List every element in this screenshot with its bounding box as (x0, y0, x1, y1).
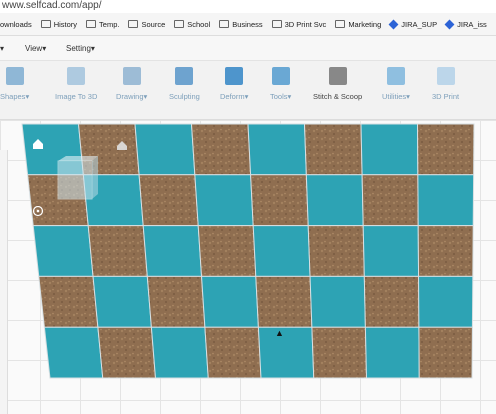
url-text: www.selfcad.com/app/ (2, 0, 102, 11)
chevron-down-icon: ▾ (406, 92, 410, 101)
checker-board[interactable] (0, 120, 496, 414)
teal-tile (360, 123, 419, 176)
cube-icon (5, 67, 24, 85)
jira-icon (444, 19, 455, 29)
wood-tile (190, 123, 252, 176)
teal-tile (92, 275, 152, 328)
tools-icon (271, 67, 290, 85)
wood-tile (197, 225, 257, 277)
chevron-down-icon: ▾ (287, 92, 292, 101)
main-toolbar: Shapes▾ Image To 3D Drawing▾ Sculpting D… (0, 61, 496, 120)
teal-tile (150, 326, 209, 379)
bookmark-downloads[interactable]: ownloads (0, 20, 32, 29)
folder-icon (40, 20, 51, 28)
bookmarks-bar: ownloads History Temp. Source School Bus… (0, 13, 496, 36)
address-bar[interactable]: www.selfcad.com/app/ (0, 0, 496, 13)
print-icon (436, 67, 455, 85)
wood-tile (311, 326, 368, 379)
teal-tile (309, 275, 366, 328)
utilities-icon (386, 67, 405, 85)
mouse-cursor-icon: ▲ (275, 328, 284, 338)
teal-tile (134, 123, 196, 176)
chevron-down-icon: ▾ (143, 92, 148, 101)
wood-tile (417, 225, 474, 277)
teal-tile (257, 326, 315, 379)
wood-tile (363, 275, 420, 328)
bookmark-business[interactable]: Business (219, 20, 263, 29)
jira-icon (388, 19, 399, 29)
teal-tile (364, 326, 420, 379)
wood-tile (303, 123, 363, 176)
tool-shapes[interactable]: Shapes▾ (0, 67, 29, 101)
wood-tile (250, 174, 309, 227)
teal-tile (417, 174, 475, 227)
image-3d-icon (67, 67, 86, 85)
chevron-down-icon: ▾ (42, 44, 47, 53)
pencil-icon (122, 67, 141, 85)
tool-image-to-3d[interactable]: Image To 3D (55, 67, 97, 101)
bookmark-source[interactable]: Source (128, 20, 165, 29)
menu-setting[interactable]: Setting▾ (66, 44, 95, 53)
bookmark-jira-sup[interactable]: JIRA_SUP (388, 19, 437, 29)
folder-icon (86, 20, 97, 28)
bookmark-school[interactable]: School (174, 20, 210, 29)
deform-icon (225, 67, 244, 85)
wood-tile (418, 326, 473, 379)
bookmark-marketing[interactable]: Marketing (335, 20, 381, 29)
tool-sculpting[interactable]: Sculpting (169, 67, 200, 101)
teal-tile (252, 225, 311, 277)
folder-icon (271, 20, 282, 28)
teal-tile (247, 123, 307, 176)
selection-cube[interactable] (57, 156, 98, 200)
wood-tile (138, 174, 199, 227)
chevron-down-icon[interactable]: ▾ (0, 44, 4, 53)
tool-tools[interactable]: Tools▾ (270, 67, 291, 101)
chevron-down-icon: ▾ (25, 92, 30, 101)
teal-tile (194, 174, 254, 227)
app-menu-bar: ▾ View▾ Setting▾ (0, 36, 496, 61)
wood-tile (204, 326, 262, 379)
tool-utilities[interactable]: Utilities▾ (382, 67, 410, 101)
teal-tile (32, 225, 94, 277)
wood-tile (97, 326, 157, 379)
chevron-down-icon: ▾ (244, 92, 249, 101)
3d-viewport[interactable]: ▲ (0, 120, 496, 414)
bookmark-3d-print-svc[interactable]: 3D Print Svc (271, 20, 326, 29)
wood-tile (146, 275, 206, 328)
bookmark-temp[interactable]: Temp. (86, 20, 119, 29)
wood-tile (361, 174, 419, 227)
tool-drawing[interactable]: Drawing▾ (116, 67, 147, 101)
bookmark-jira-iss[interactable]: JIRA_iss (444, 19, 487, 29)
folder-icon (128, 20, 139, 28)
folder-icon (219, 20, 230, 28)
teal-tile (43, 326, 104, 379)
wood-tile (416, 123, 475, 176)
teal-tile (201, 275, 259, 328)
stitch-icon (328, 67, 347, 85)
folder-icon (335, 20, 346, 28)
wood-tile (87, 225, 148, 277)
teal-tile (362, 225, 420, 277)
menu-view[interactable]: View▾ (25, 44, 46, 53)
tool-deform[interactable]: Deform▾ (220, 67, 248, 101)
tool-3d-print[interactable]: 3D Print (432, 67, 459, 101)
wood-tile (38, 275, 99, 328)
teal-tile (418, 275, 474, 328)
chevron-down-icon: ▾ (90, 44, 95, 53)
wood-tile (255, 275, 313, 328)
bookmark-history[interactable]: History (40, 20, 77, 29)
folder-icon (174, 20, 185, 28)
tool-stitch-scoop[interactable]: Stitch & Scoop (313, 67, 362, 101)
sculpt-icon (175, 67, 194, 85)
teal-tile (142, 225, 203, 277)
wood-tile (307, 225, 365, 277)
teal-tile (305, 174, 364, 227)
